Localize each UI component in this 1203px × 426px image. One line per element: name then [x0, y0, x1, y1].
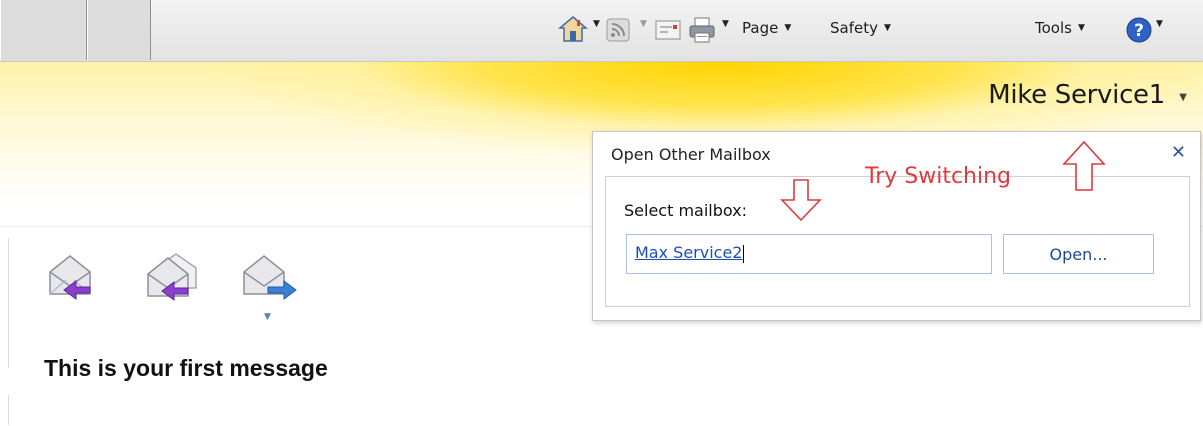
browser-tab[interactable] [87, 0, 151, 60]
svg-text:?: ? [1134, 21, 1144, 41]
dialog-body: Select mailbox: Max Service2 Open... [605, 176, 1190, 307]
home-dropdown[interactable]: ▼ [593, 19, 600, 29]
text-cursor [743, 244, 745, 263]
read-mail-icon[interactable] [655, 19, 681, 41]
forward-dropdown-icon[interactable]: ▼ [264, 312, 271, 322]
open-other-mailbox-dialog: Open Other Mailbox ✕ Select mailbox: Max… [592, 131, 1201, 321]
chevron-down-icon[interactable]: ▼ [1179, 92, 1187, 103]
feeds-dropdown[interactable]: ▼ [640, 19, 647, 29]
print-icon[interactable] [688, 17, 716, 43]
left-pane-edge [0, 238, 9, 368]
browser-tab[interactable] [0, 0, 87, 60]
mailbox-input[interactable]: Max Service2 [626, 234, 992, 274]
page-menu[interactable]: Page ▼ [742, 19, 791, 37]
open-button[interactable]: Open... [1003, 234, 1154, 274]
safety-menu[interactable]: Safety ▼ [830, 19, 891, 37]
left-pane-edge [0, 395, 9, 425]
help-icon[interactable]: ? [1125, 16, 1153, 44]
browser-command-bar: ▼ ▼ ▼ Page ▼ Safety ▼ Tools ▼ ? ▼ [0, 0, 1203, 62]
user-name-button[interactable]: Mike Service1 [988, 80, 1165, 110]
message-title: This is your first message [44, 355, 328, 381]
home-icon[interactable] [558, 15, 588, 43]
reply-all-icon[interactable] [142, 250, 212, 302]
select-mailbox-label: Select mailbox: [624, 201, 748, 220]
annotation-arrow-up-icon [1062, 140, 1106, 191]
forward-icon[interactable] [238, 250, 308, 302]
close-icon[interactable]: ✕ [1171, 142, 1186, 163]
annotation-arrow-down-icon [780, 179, 822, 222]
tools-menu[interactable]: Tools ▼ [1035, 19, 1085, 37]
dialog-title: Open Other Mailbox [611, 145, 771, 164]
annotation-text: Try Switching [865, 164, 1012, 189]
reply-icon[interactable] [44, 250, 114, 302]
help-dropdown[interactable]: ▼ [1156, 19, 1163, 29]
feeds-icon[interactable] [606, 18, 630, 42]
print-dropdown[interactable]: ▼ [722, 19, 729, 29]
